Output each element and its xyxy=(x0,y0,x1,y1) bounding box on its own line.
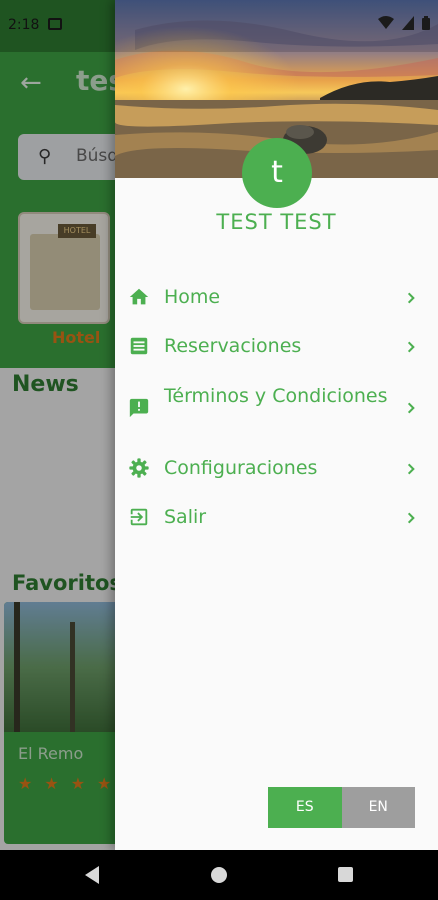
chevron-right-icon xyxy=(407,512,415,524)
wifi-icon xyxy=(378,16,394,29)
navigation-drawer: t TEST TEST Home Reservaciones Términos … xyxy=(115,0,438,850)
feedback-icon xyxy=(129,398,149,418)
menu-item-configuraciones[interactable]: Configuraciones xyxy=(115,453,438,485)
menu-item-reservaciones[interactable]: Reservaciones xyxy=(115,331,438,363)
cell-signal-icon xyxy=(402,16,414,30)
status-icons xyxy=(378,16,430,30)
exit-icon xyxy=(130,508,148,526)
language-en-button[interactable]: EN xyxy=(341,787,415,828)
menu-label: Configuraciones xyxy=(164,457,318,479)
chevron-right-icon xyxy=(407,341,415,353)
menu-item-terminos[interactable]: Términos y Condiciones xyxy=(115,380,438,438)
home-icon xyxy=(129,288,149,305)
chevron-right-icon xyxy=(407,292,415,304)
menu-item-salir[interactable]: Salir xyxy=(115,502,438,534)
menu-label: Home xyxy=(164,286,221,308)
menu-label: Reservaciones xyxy=(164,335,302,357)
menu-label: Salir xyxy=(164,506,207,528)
list-icon xyxy=(130,337,148,355)
chevron-right-icon xyxy=(407,402,415,414)
avatar: t xyxy=(242,138,312,208)
nav-recents-icon[interactable] xyxy=(338,867,353,882)
menu-item-home[interactable]: Home xyxy=(115,282,438,314)
battery-icon xyxy=(422,16,430,30)
gear-icon xyxy=(129,458,149,478)
nav-home-icon[interactable] xyxy=(211,867,227,883)
menu-label: Términos y Condiciones xyxy=(164,385,388,407)
nav-back-icon[interactable] xyxy=(84,865,100,885)
chevron-right-icon xyxy=(407,463,415,475)
user-name: TEST TEST xyxy=(216,210,337,234)
language-toggle: ES EN xyxy=(268,787,415,828)
language-es-button[interactable]: ES xyxy=(268,787,342,828)
